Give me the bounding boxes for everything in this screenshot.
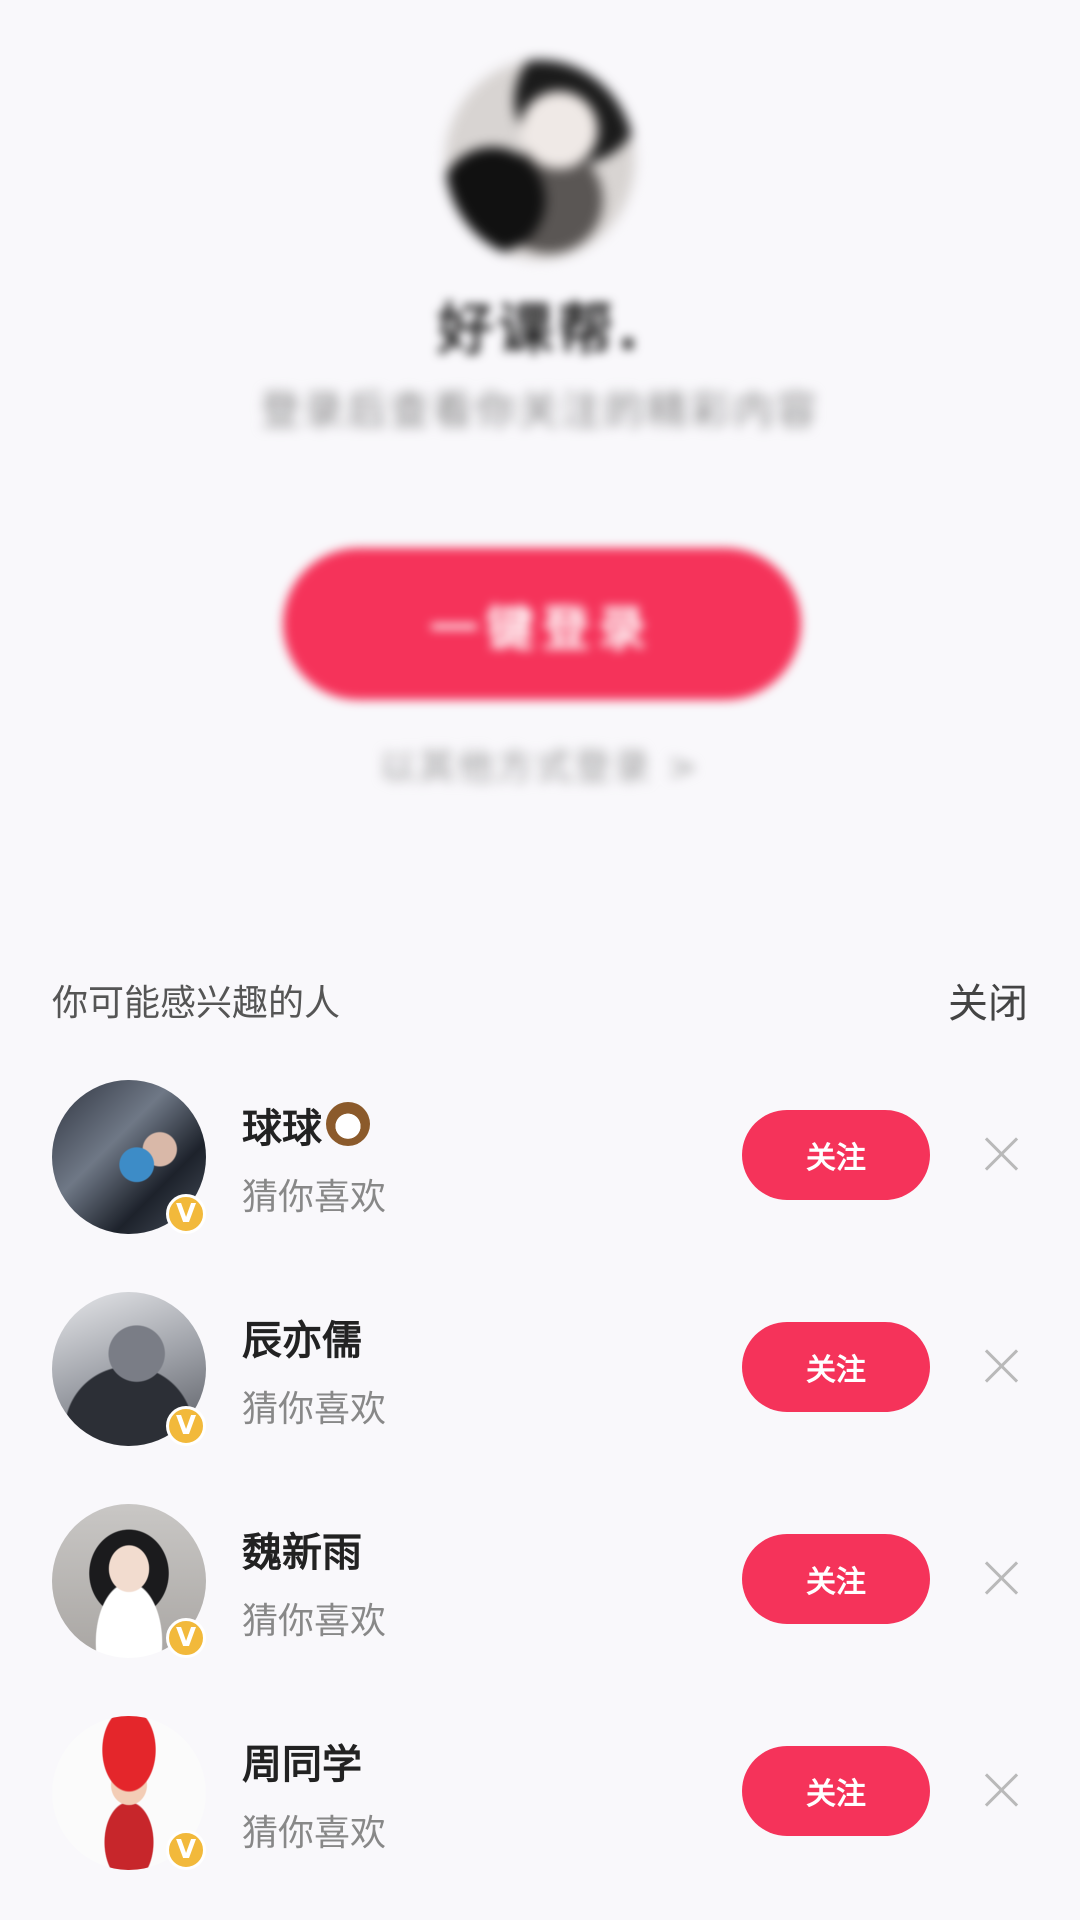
verified-badge-icon: V — [166, 1194, 206, 1234]
recommend-header: 你可能感兴趣的人 关闭 — [52, 970, 1028, 1030]
list-item[interactable]: V 魏新雨 猜你喜欢 关注 — [0, 1494, 1080, 1706]
user-name-text: 球球 — [242, 1106, 322, 1152]
login-panel: 好课帮. 登录后查看你关注的精彩内容 一键登录 以其他方式登录 > — [0, 0, 1080, 860]
close-icon[interactable] — [984, 1348, 1020, 1384]
login-subtitle: 登录后查看你关注的精彩内容 — [260, 388, 820, 434]
verified-badge-icon: V — [166, 1830, 206, 1870]
close-icon[interactable] — [984, 1772, 1020, 1808]
recommend-title: 你可能感兴趣的人 — [52, 983, 341, 1024]
recommend-list: V 球球 猜你喜欢 关注 V 辰亦儒 猜你喜欢 关注 V 魏新雨 猜你喜欢 关注… — [0, 1070, 1080, 1918]
one-click-login-button[interactable]: 一键登录 — [283, 548, 801, 700]
list-item[interactable]: V 辰亦儒 猜你喜欢 关注 — [0, 1282, 1080, 1494]
login-nickname: 好课帮. — [437, 298, 643, 363]
follow-button[interactable]: 关注 — [742, 1322, 930, 1412]
follow-button[interactable]: 关注 — [742, 1110, 930, 1200]
list-item[interactable]: V 周同学 猜你喜欢 关注 — [0, 1706, 1080, 1918]
verified-badge-icon: V — [166, 1618, 206, 1658]
close-icon[interactable] — [984, 1560, 1020, 1596]
user-name[interactable]: 周同学 — [242, 1732, 362, 1790]
user-subtitle: 猜你喜欢 — [242, 1601, 387, 1642]
close-icon[interactable] — [984, 1136, 1020, 1172]
user-subtitle: 猜你喜欢 — [242, 1389, 387, 1430]
other-login-link[interactable]: 以其他方式登录 > — [0, 738, 1080, 790]
follow-button[interactable]: 关注 — [742, 1746, 930, 1836]
user-name[interactable]: 魏新雨 — [242, 1520, 362, 1578]
coconut-icon — [326, 1102, 370, 1146]
user-name[interactable]: 辰亦儒 — [242, 1308, 362, 1366]
list-item[interactable]: V 球球 猜你喜欢 关注 — [0, 1070, 1080, 1282]
user-name[interactable]: 球球 — [242, 1096, 370, 1154]
verified-badge-icon: V — [166, 1406, 206, 1446]
follow-button[interactable]: 关注 — [742, 1534, 930, 1624]
user-subtitle: 猜你喜欢 — [242, 1177, 387, 1218]
login-avatar — [445, 60, 635, 260]
user-subtitle: 猜你喜欢 — [242, 1813, 387, 1854]
recommend-close-button[interactable]: 关闭 — [948, 971, 1028, 1029]
